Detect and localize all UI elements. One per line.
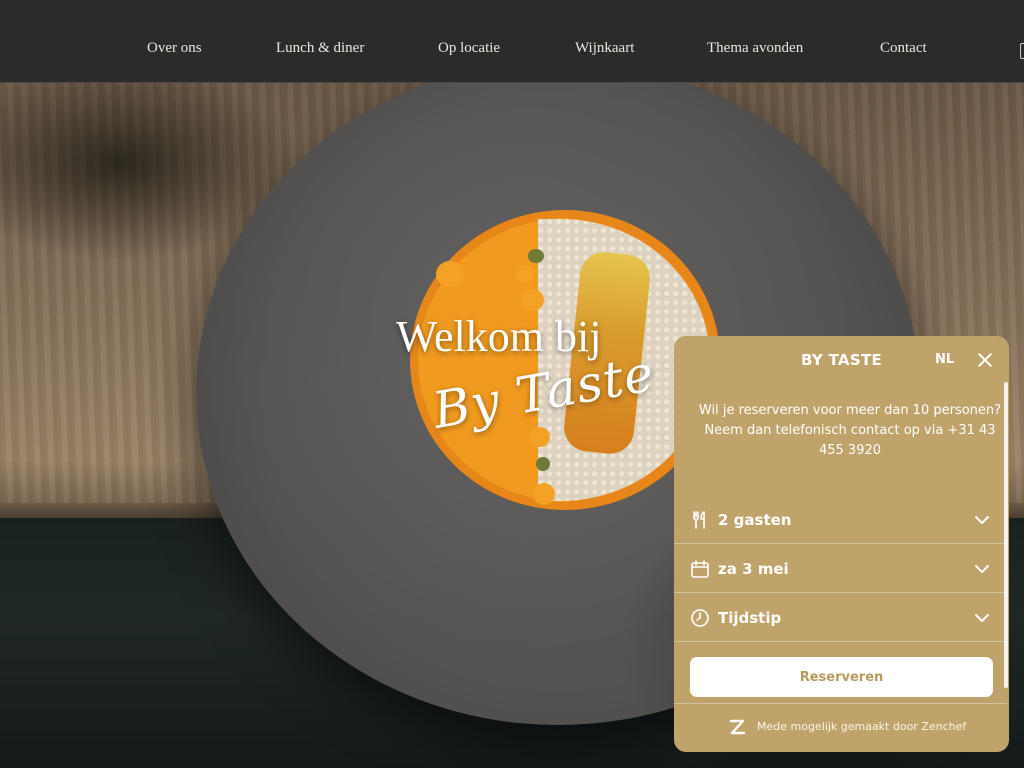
- top-navigation: Over ons Lunch & diner Op locatie Wijnka…: [0, 0, 1024, 83]
- widget-title: BY TASTE: [800, 351, 883, 369]
- sauce-dot: [516, 265, 534, 283]
- language-selector[interactable]: NL: [935, 352, 954, 367]
- clock-icon: [691, 609, 709, 627]
- chevron-down-icon: [975, 516, 989, 524]
- nav-item-op-locatie[interactable]: Op locatie: [438, 40, 500, 57]
- chevron-down-icon: [975, 614, 989, 622]
- powered-by-text: Mede mogelijk gemaakt door Zenchef: [757, 720, 967, 733]
- nav-item-contact[interactable]: Contact: [880, 40, 927, 57]
- garnish-seed: [528, 249, 544, 263]
- nav-item-wijnkaart[interactable]: Wijnkaart: [575, 40, 634, 57]
- utensils-icon: [693, 511, 705, 529]
- sauce-dot: [436, 261, 464, 287]
- nav-item-thema-avonden[interactable]: Thema avonden: [707, 40, 803, 57]
- nav-item-over-ons[interactable]: Over ons: [147, 40, 202, 57]
- zenchef-logo-icon: [729, 719, 746, 735]
- widget-info-text: Wil je reserveren voor meer dan 10 perso…: [698, 403, 1002, 458]
- sauce-dot: [530, 427, 550, 447]
- date-select[interactable]: za 3 mei: [674, 545, 1007, 593]
- cart-icon[interactable]: [1020, 43, 1024, 59]
- time-value: Tijdstip: [718, 609, 782, 627]
- reserve-button[interactable]: Reserveren: [690, 657, 993, 697]
- chevron-down-icon: [975, 565, 989, 573]
- time-select[interactable]: Tijdstip: [674, 594, 1007, 642]
- date-value: za 3 mei: [718, 560, 789, 578]
- garnish-seed: [536, 457, 550, 471]
- widget-scrollbar[interactable]: [1004, 382, 1008, 688]
- sauce-dot: [533, 483, 555, 505]
- reservation-widget: BY TASTE NL Wil je reserveren voor meer …: [674, 336, 1009, 752]
- calendar-icon: [691, 560, 709, 578]
- close-icon[interactable]: [976, 351, 994, 369]
- sauce-dot: [522, 289, 544, 311]
- guests-value: 2 gasten: [718, 511, 792, 529]
- hero-title: Welkom bij: [396, 312, 602, 361]
- widget-divider: [674, 703, 1007, 704]
- nav-item-lunch-diner[interactable]: Lunch & diner: [276, 40, 364, 57]
- guests-select[interactable]: 2 gasten: [674, 496, 1007, 544]
